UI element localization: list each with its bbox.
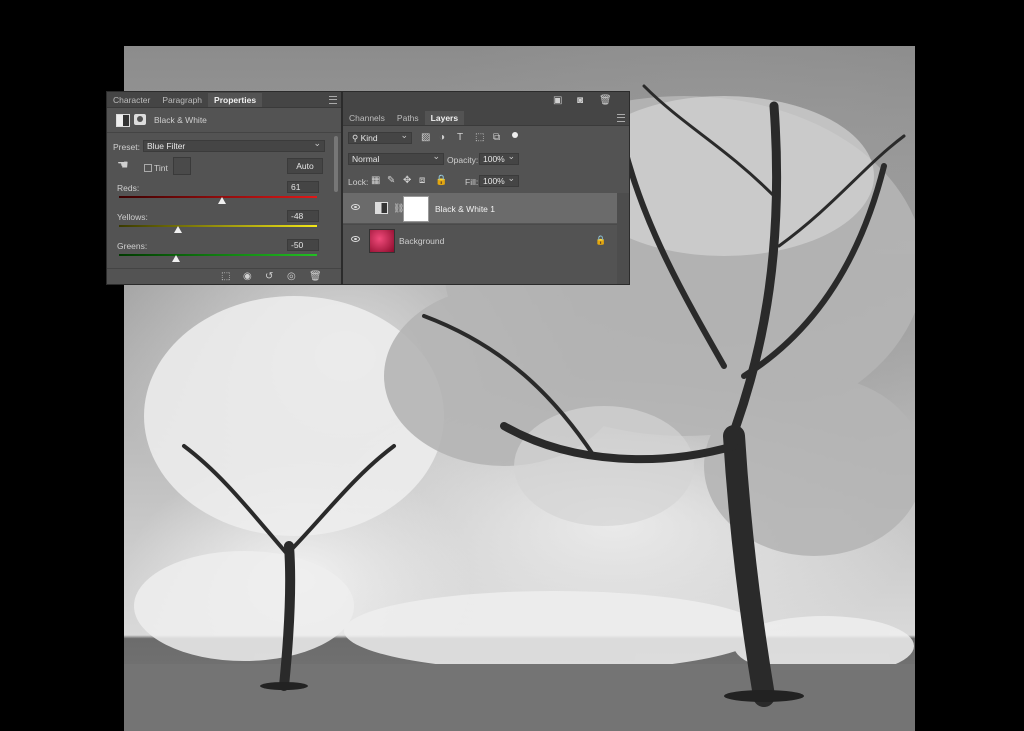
properties-footer: ⬚ ◉ ↺ ◎ 🗑 — [107, 268, 341, 285]
panel-menu-icon[interactable] — [329, 96, 337, 104]
yellows-slider-track[interactable] — [119, 225, 317, 227]
opacity-field[interactable]: 100% — [479, 151, 519, 165]
reds-value-field[interactable]: 61 — [287, 181, 319, 193]
preset-label: Preset: — [113, 142, 140, 152]
tab-layers[interactable]: Layers — [424, 111, 465, 125]
lock-all-icon[interactable]: 🔒 — [435, 176, 447, 186]
layers-top-strip: ▣ ◙ 🗑 — [343, 92, 629, 110]
yellows-value-field[interactable]: -48 — [287, 210, 319, 222]
adjustment-thumb-icon — [375, 202, 388, 214]
greens-label: Greens: — [117, 241, 148, 251]
opacity-label: Opacity: — [447, 155, 479, 165]
layer-row-background[interactable]: Background 🔒 — [343, 224, 617, 255]
lock-paint-icon[interactable]: ✎ — [387, 176, 395, 186]
adjustment-name: Black & White — [154, 115, 207, 125]
smart-object-filter-icon[interactable]: ⧉ — [493, 133, 500, 143]
reds-label: Reds: — [117, 183, 140, 193]
auto-button[interactable]: Auto — [287, 158, 323, 174]
yellows-slider-thumb[interactable] — [174, 226, 183, 233]
layer-name: Black & White 1 — [435, 204, 495, 214]
new-layer-icon[interactable]: ▣ — [553, 96, 562, 106]
layer-row-black-white[interactable]: ⛓ Black & White 1 — [343, 193, 617, 223]
reset-icon[interactable]: ↺ — [265, 272, 273, 282]
layers-tabbar: Channels Paths Layers — [343, 110, 629, 126]
pixel-filter-icon[interactable]: ▨ — [421, 133, 430, 143]
adjustment-header: Black & White — [107, 108, 341, 133]
camera-icon[interactable]: ◙ — [577, 96, 583, 106]
tab-properties[interactable]: Properties — [208, 93, 263, 107]
fill-label: Fill: — [465, 177, 479, 187]
blend-mode-dropdown[interactable]: Normal — [348, 151, 444, 165]
lock-transparent-icon[interactable]: ▦ — [371, 176, 380, 186]
lock-label: Lock: — [348, 177, 369, 187]
layers-scroll-area[interactable] — [617, 193, 629, 284]
filter-kind-dropdown[interactable]: ⚲ Kind — [348, 130, 412, 144]
visibility-icon[interactable]: ◎ — [287, 272, 296, 282]
reds-slider-thumb[interactable] — [217, 197, 226, 204]
filter-toggle-icon[interactable] — [512, 132, 518, 138]
adjustment-icon[interactable] — [116, 114, 130, 127]
lock-position-icon[interactable]: ✥ — [403, 176, 411, 186]
delete-icon[interactable]: 🗑 — [309, 272, 322, 282]
search-icon: ⚲ — [352, 133, 361, 143]
properties-scrollbar[interactable] — [334, 136, 338, 192]
filter-kind-value: Kind — [360, 133, 378, 143]
layer-mask-thumb[interactable] — [403, 196, 429, 222]
tab-paths[interactable]: Paths — [391, 111, 425, 125]
lock-artboard-icon[interactable]: ⧈ — [419, 176, 425, 186]
trash-icon[interactable]: 🗑 — [599, 96, 612, 106]
mask-icon[interactable] — [134, 114, 146, 125]
fill-field[interactable]: 100% — [479, 173, 519, 187]
greens-slider-thumb[interactable] — [172, 255, 181, 262]
greens-slider-track[interactable] — [119, 254, 317, 256]
tab-paragraph[interactable]: Paragraph — [156, 93, 208, 107]
layers-panel: ▣ ◙ 🗑 Channels Paths Layers ⚲ Kind ▨ ◑ T… — [342, 91, 630, 285]
layers-menu-icon[interactable] — [617, 114, 625, 122]
layer-lock-icon: 🔒 — [595, 235, 607, 245]
yellows-label: Yellows: — [117, 212, 148, 222]
preset-dropdown[interactable]: Blue Filter — [143, 138, 325, 152]
layer-name: Background — [399, 236, 445, 246]
greens-value-field[interactable]: -50 — [287, 239, 319, 251]
visibility-eye-icon[interactable] — [351, 204, 360, 210]
tab-character[interactable]: Character — [107, 93, 156, 107]
shape-filter-icon[interactable]: ⬚ — [475, 133, 484, 143]
view-previous-icon[interactable]: ◉ — [243, 272, 252, 282]
type-filter-icon[interactable]: T — [457, 133, 463, 143]
adjustment-filter-icon[interactable]: ◑ — [439, 133, 445, 143]
visibility-eye-icon[interactable] — [351, 236, 360, 242]
properties-panel: Character Paragraph Properties Black & W… — [106, 91, 342, 285]
targeted-adjustment-hand-icon[interactable]: ☚ — [117, 158, 129, 171]
tint-label: Tint — [154, 163, 168, 173]
clip-to-layer-icon[interactable]: ⬚ — [221, 272, 230, 282]
properties-tabbar: Character Paragraph Properties — [107, 92, 341, 108]
background-thumb — [369, 229, 395, 253]
tint-color-swatch[interactable] — [173, 157, 191, 175]
tint-checkbox[interactable] — [144, 164, 152, 172]
tab-channels[interactable]: Channels — [343, 111, 391, 125]
